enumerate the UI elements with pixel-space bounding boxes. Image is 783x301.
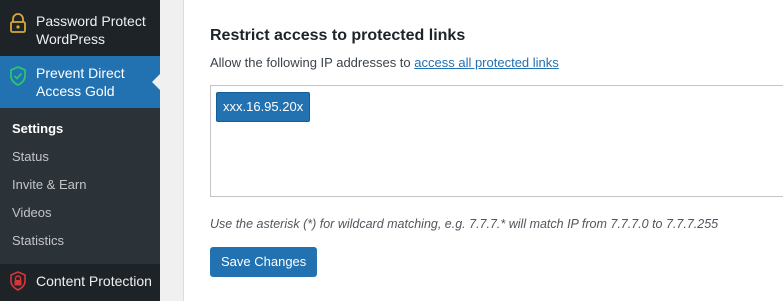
lock-icon	[8, 13, 28, 33]
admin-sidebar: Password Protect WordPress Prevent Direc…	[0, 0, 160, 301]
ip-address-input[interactable]: xxx.16.95.20x	[210, 85, 783, 197]
menu-item-prevent-direct-access-gold[interactable]: Prevent Direct Access Gold	[0, 56, 160, 108]
section-description: Allow the following IP addresses to acce…	[210, 55, 559, 70]
menu-item-label: Prevent Direct Access Gold	[36, 65, 125, 99]
description-text: Allow the following IP addresses to	[210, 55, 415, 70]
current-menu-arrow	[152, 74, 160, 90]
access-all-protected-links-link[interactable]: access all protected links	[414, 55, 559, 70]
submenu-item-invite-earn[interactable]: Invite & Earn	[12, 177, 86, 192]
section-title: Restrict access to protected links	[210, 27, 466, 44]
submenu-item-videos[interactable]: Videos	[12, 205, 52, 220]
shield-check-icon	[8, 66, 28, 86]
save-changes-button[interactable]: Save Changes	[210, 247, 318, 277]
wildcard-hint: Use the asterisk (*) for wildcard matchi…	[210, 217, 719, 231]
submenu-item-status[interactable]: Status	[12, 149, 49, 164]
ip-tag[interactable]: xxx.16.95.20x	[216, 92, 311, 122]
submenu-item-settings[interactable]: Settings	[12, 121, 63, 136]
submenu-item-statistics[interactable]: Statistics	[12, 233, 64, 248]
submenu: Settings Status Invite & Earn Videos Sta…	[0, 108, 160, 264]
menu-item-label: Password Protect WordPress	[36, 13, 146, 47]
menu-item-content-protection[interactable]: Content Protection	[0, 264, 160, 301]
settings-panel: Restrict access to protected links Allow…	[183, 0, 783, 301]
menu-item-password-protect-wordpress[interactable]: Password Protect WordPress	[0, 0, 160, 56]
lock-icon	[8, 271, 28, 291]
menu-item-label: Content Protection	[36, 273, 152, 289]
